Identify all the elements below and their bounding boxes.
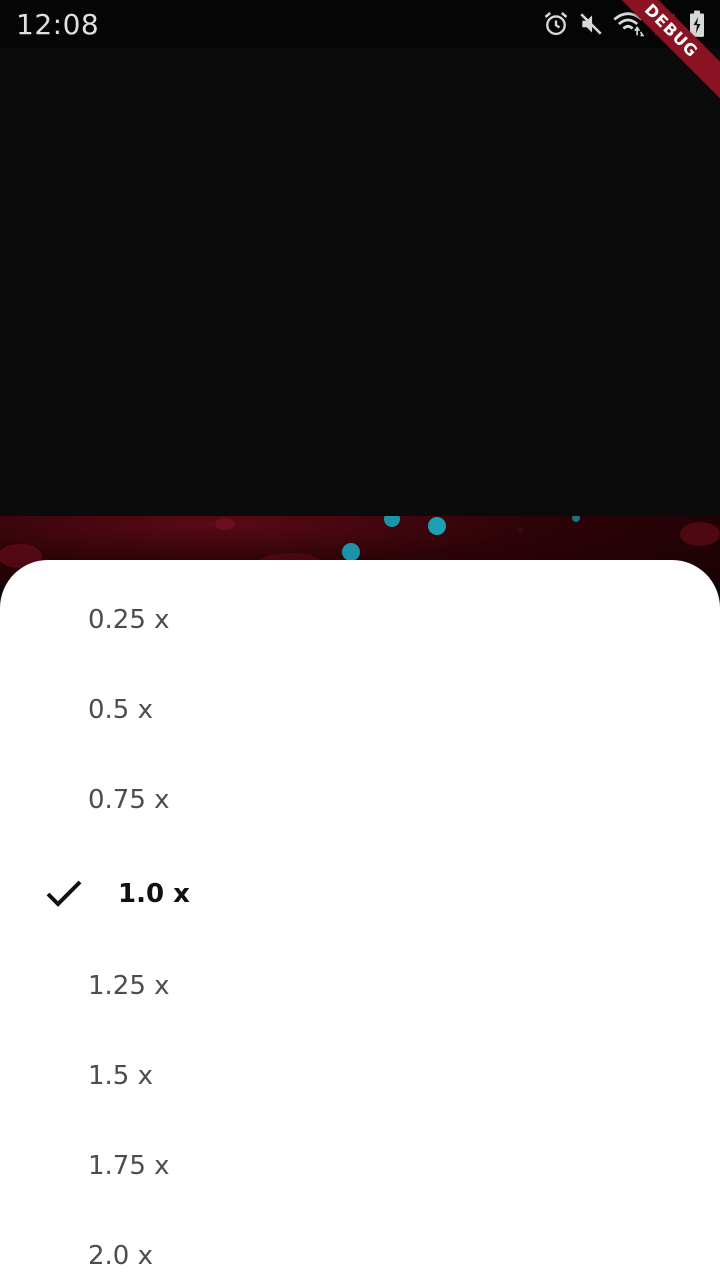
speed-option-label: 0.5 x bbox=[88, 695, 153, 725]
speed-option-label: 1.5 x bbox=[88, 1061, 153, 1091]
speed-option-0-75[interactable]: 0.75 x bbox=[0, 755, 720, 845]
speed-option-2-0[interactable]: 2.0 x bbox=[0, 1211, 720, 1280]
alarm-icon bbox=[542, 10, 570, 38]
speed-option-label: 2.0 x bbox=[88, 1241, 153, 1271]
speed-option-label: 0.75 x bbox=[88, 785, 170, 815]
speed-option-1-5[interactable]: 1.5 x bbox=[0, 1031, 720, 1121]
status-bar: 12:08 bbox=[0, 0, 720, 48]
check-icon bbox=[44, 876, 84, 917]
screen: 12:08 DEBUG 0.25 x 0.5 x 0.75 x 1.0 x 1.… bbox=[0, 0, 720, 1280]
mute-icon bbox=[578, 11, 604, 37]
speed-option-label: 1.0 x bbox=[118, 879, 190, 909]
speed-option-label: 1.75 x bbox=[88, 1151, 170, 1181]
speed-option-1-75[interactable]: 1.75 x bbox=[0, 1121, 720, 1211]
speed-option-label: 0.25 x bbox=[88, 605, 170, 635]
speed-option-0-5[interactable]: 0.5 x bbox=[0, 665, 720, 755]
video-player[interactable] bbox=[0, 48, 720, 516]
speed-option-1-0[interactable]: 1.0 x bbox=[0, 849, 720, 939]
speed-option-0-25[interactable]: 0.25 x bbox=[0, 575, 720, 665]
status-time: 12:08 bbox=[16, 8, 100, 41]
speed-option-label: 1.25 x bbox=[88, 971, 170, 1001]
speed-option-1-25[interactable]: 1.25 x bbox=[0, 941, 720, 1031]
playback-speed-sheet: 0.25 x 0.5 x 0.75 x 1.0 x 1.25 x 1.5 x 1… bbox=[0, 560, 720, 1280]
